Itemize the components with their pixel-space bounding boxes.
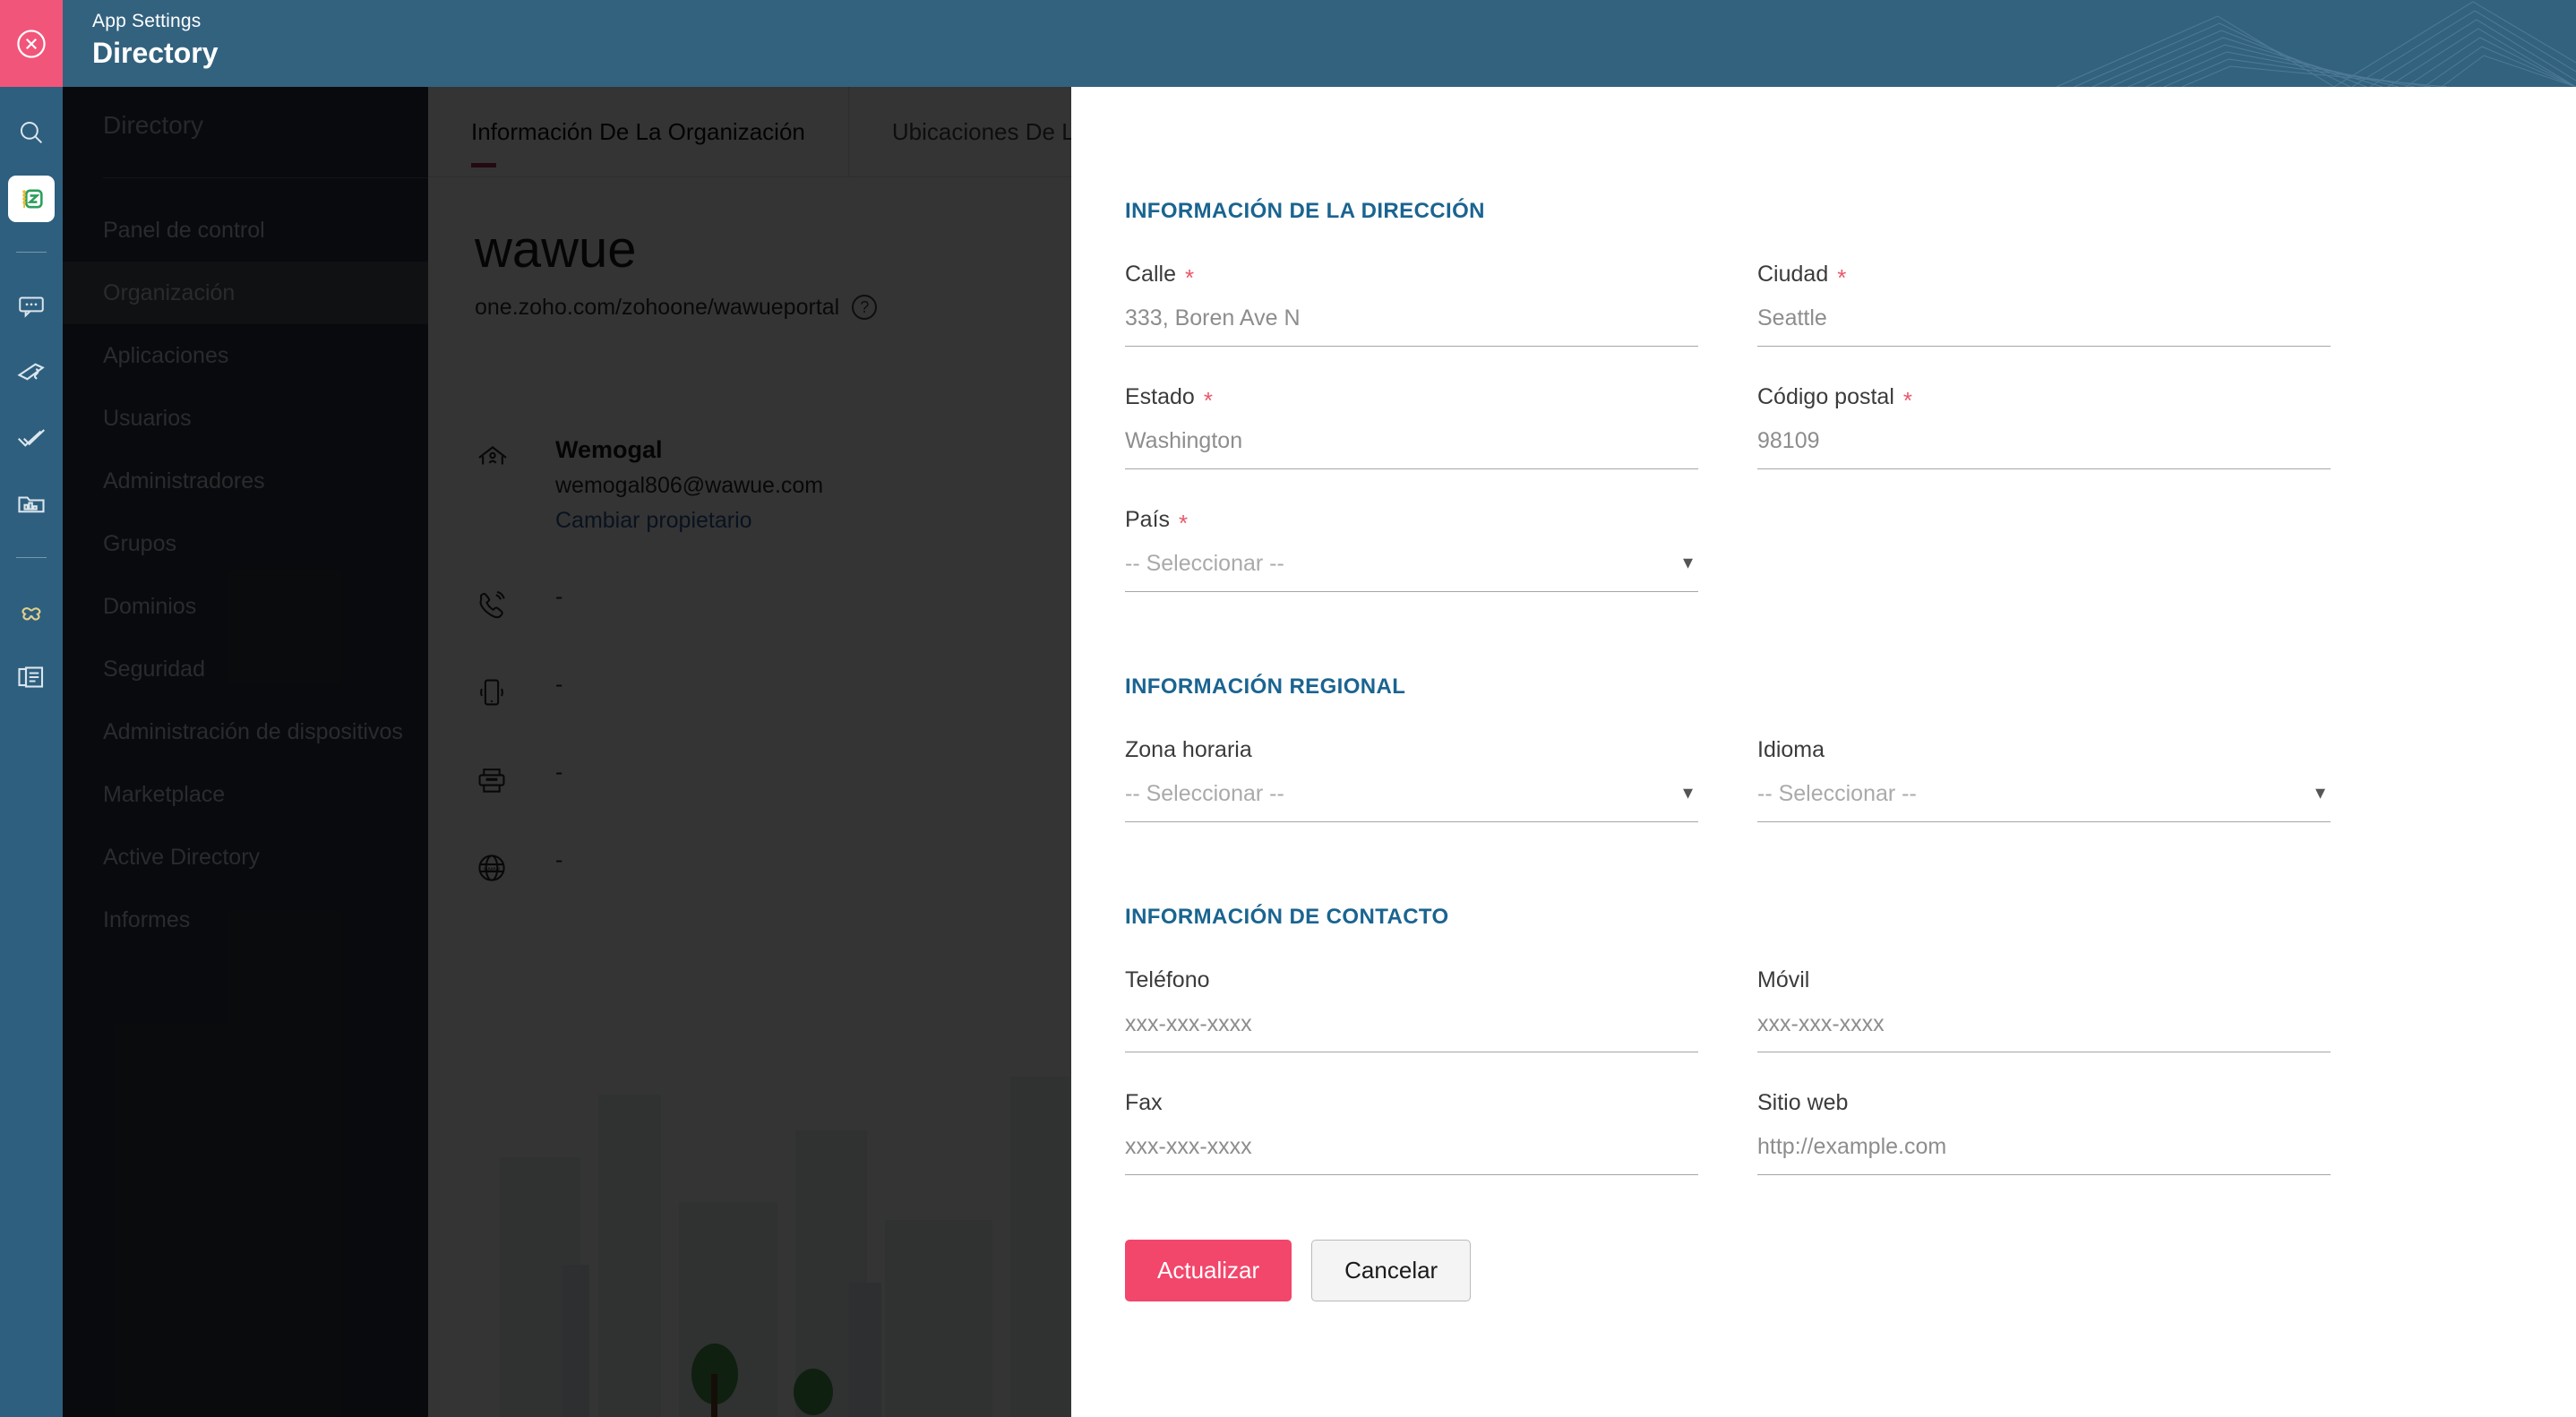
field-calle-label-text: Calle bbox=[1125, 262, 1176, 287]
field-sitio-web-label: Sitio web bbox=[1757, 1090, 1849, 1115]
field-pais-label: País * bbox=[1125, 507, 1698, 537]
field-pais-label-text: País bbox=[1125, 507, 1171, 532]
rail-chat-button[interactable] bbox=[0, 272, 63, 339]
flow-puzzle-icon bbox=[21, 607, 41, 621]
documents-stack-icon bbox=[18, 666, 44, 688]
field-calle: Calle * 333, Boren Ave N bbox=[1125, 262, 1698, 347]
rail-divider-2 bbox=[16, 557, 47, 558]
field-estado-label-text: Estado bbox=[1125, 384, 1195, 409]
field-codigo-postal: Código postal * 98109 bbox=[1757, 384, 2331, 469]
field-idioma-value: -- Seleccionar -- bbox=[1757, 781, 1917, 806]
close-button[interactable] bbox=[0, 0, 63, 87]
field-calle-label: Calle * bbox=[1125, 262, 1698, 291]
cancel-button[interactable]: Cancelar bbox=[1311, 1240, 1472, 1301]
topbar-decoration bbox=[2056, 1, 2576, 87]
update-button[interactable]: Actualizar bbox=[1125, 1240, 1292, 1301]
chat-bubble-icon bbox=[19, 296, 44, 318]
field-idioma-label: Idioma bbox=[1757, 737, 1825, 762]
rail-zoho-one-button[interactable] bbox=[0, 166, 63, 232]
required-marker: * bbox=[1179, 509, 1189, 537]
analytics-folder-icon bbox=[18, 496, 45, 513]
field-codigo-postal-label-text: Código postal bbox=[1757, 384, 1894, 409]
rail-flow-button[interactable] bbox=[0, 578, 63, 644]
field-ciudad-label-text: Ciudad bbox=[1757, 262, 1829, 287]
field-estado-input[interactable]: Washington bbox=[1125, 428, 1698, 469]
regional-section-title: INFORMACIÓN REGIONAL bbox=[1125, 674, 1406, 699]
close-circle-icon bbox=[17, 29, 46, 58]
required-marker: * bbox=[1184, 263, 1195, 291]
form-actions: Actualizar Cancelar bbox=[1125, 1240, 2522, 1355]
rail-documents-button[interactable] bbox=[0, 644, 63, 710]
field-zona-horaria-value: -- Seleccionar -- bbox=[1125, 781, 1284, 806]
field-telefono-label: Teléfono bbox=[1125, 967, 1210, 992]
contact-section-title: INFORMACIÓN DE CONTACTO bbox=[1125, 905, 1449, 929]
field-pais-select[interactable]: -- Seleccionar -- ▾ bbox=[1125, 551, 1698, 592]
field-fax-input[interactable]: xxx-xxx-xxxx bbox=[1125, 1134, 1698, 1175]
field-zona-horaria-label: Zona horaria bbox=[1125, 737, 1252, 762]
field-fax: Fax xxx-xxx-xxxx bbox=[1125, 1090, 1698, 1175]
field-ciudad-label: Ciudad * bbox=[1757, 262, 2331, 291]
field-codigo-postal-label: Código postal * bbox=[1757, 384, 2331, 414]
page-title: Directory bbox=[92, 37, 219, 69]
field-ciudad-input[interactable]: Seattle bbox=[1757, 305, 2331, 347]
regional-row-1: Zona horaria -- Seleccionar -- ▾ Idioma … bbox=[1125, 700, 2522, 822]
required-marker: * bbox=[1203, 386, 1213, 414]
rail-divider bbox=[16, 252, 47, 253]
field-telefono-input[interactable]: xxx-xxx-xxxx bbox=[1125, 1011, 1698, 1052]
field-estado-label: Estado * bbox=[1125, 384, 1698, 414]
field-sitio-web: Sitio web http://example.com bbox=[1757, 1090, 2331, 1175]
address-row-1: Calle * 333, Boren Ave N Ciudad * Seattl… bbox=[1125, 224, 2522, 347]
field-ciudad: Ciudad * Seattle bbox=[1757, 262, 2331, 347]
chevron-down-icon: ▾ bbox=[1682, 551, 1693, 573]
modal-backdrop-main[interactable] bbox=[428, 87, 1071, 1417]
rail-search-button[interactable] bbox=[0, 99, 63, 166]
address-row-3: País * -- Seleccionar -- ▾ bbox=[1125, 469, 2522, 592]
field-fax-label: Fax bbox=[1125, 1090, 1163, 1115]
rail-tasks-button[interactable] bbox=[0, 405, 63, 471]
contact-section: INFORMACIÓN DE CONTACTO Teléfono xxx-xxx… bbox=[1125, 905, 2522, 1175]
app-screen: App Settings Directory Directory Panel d… bbox=[0, 0, 2576, 1417]
double-check-icon bbox=[18, 429, 45, 447]
field-idioma-select[interactable]: -- Seleccionar -- ▾ bbox=[1757, 781, 2331, 822]
organization-edit-panel: INFORMACIÓN DE LA DIRECCIÓN Calle * 333,… bbox=[1071, 87, 2576, 1417]
field-estado: Estado * Washington bbox=[1125, 384, 1698, 469]
contact-row-2: Fax xxx-xxx-xxxx Sitio web http://exampl… bbox=[1125, 1052, 2522, 1175]
regional-section: INFORMACIÓN REGIONAL Zona horaria -- Sel… bbox=[1125, 674, 2522, 822]
form-container: INFORMACIÓN DE LA DIRECCIÓN Calle * 333,… bbox=[1125, 87, 2522, 1355]
chevron-down-icon: ▾ bbox=[2314, 781, 2325, 803]
required-marker: * bbox=[1837, 263, 1847, 291]
field-pais-value: -- Seleccionar -- bbox=[1125, 551, 1284, 576]
required-marker: * bbox=[1902, 386, 1913, 414]
field-idioma: Idioma -- Seleccionar -- ▾ bbox=[1757, 737, 2331, 822]
field-movil-label: Móvil bbox=[1757, 967, 1810, 992]
address-section-title: INFORMACIÓN DE LA DIRECCIÓN bbox=[1125, 199, 1485, 223]
rail-icon-box bbox=[8, 176, 55, 222]
field-telefono: Teléfono xxx-xxx-xxxx bbox=[1125, 967, 1698, 1052]
field-zona-horaria-select[interactable]: -- Seleccionar -- ▾ bbox=[1125, 781, 1698, 822]
field-movil: Móvil xxx-xxx-xxxx bbox=[1757, 967, 2331, 1052]
field-zona-horaria: Zona horaria -- Seleccionar -- ▾ bbox=[1125, 737, 1698, 822]
address-section: INFORMACIÓN DE LA DIRECCIÓN Calle * 333,… bbox=[1125, 87, 2522, 592]
writer-pen-icon bbox=[17, 363, 45, 381]
rail-analytics-button[interactable] bbox=[0, 471, 63, 537]
search-icon bbox=[20, 121, 43, 144]
field-calle-input[interactable]: 333, Boren Ave N bbox=[1125, 305, 1698, 347]
field-sitio-web-input[interactable]: http://example.com bbox=[1757, 1134, 2331, 1175]
field-pais: País * -- Seleccionar -- ▾ bbox=[1125, 507, 1698, 592]
rail-writer-button[interactable] bbox=[0, 339, 63, 405]
field-movil-input[interactable]: xxx-xxx-xxxx bbox=[1757, 1011, 2331, 1052]
contact-row-1: Teléfono xxx-xxx-xxxx Móvil xxx-xxx-xxxx bbox=[1125, 930, 2522, 1052]
topbar-kicker: App Settings bbox=[92, 11, 202, 31]
chevron-down-icon: ▾ bbox=[1682, 781, 1693, 803]
field-codigo-postal-input[interactable]: 98109 bbox=[1757, 428, 2331, 469]
app-icon-rail bbox=[0, 0, 63, 1417]
address-row-3-spacer bbox=[1757, 469, 2331, 592]
app-topbar: App Settings Directory bbox=[63, 0, 2576, 87]
address-row-2: Estado * Washington Código postal * 9810… bbox=[1125, 347, 2522, 469]
zoho-one-logo-icon bbox=[22, 189, 43, 209]
